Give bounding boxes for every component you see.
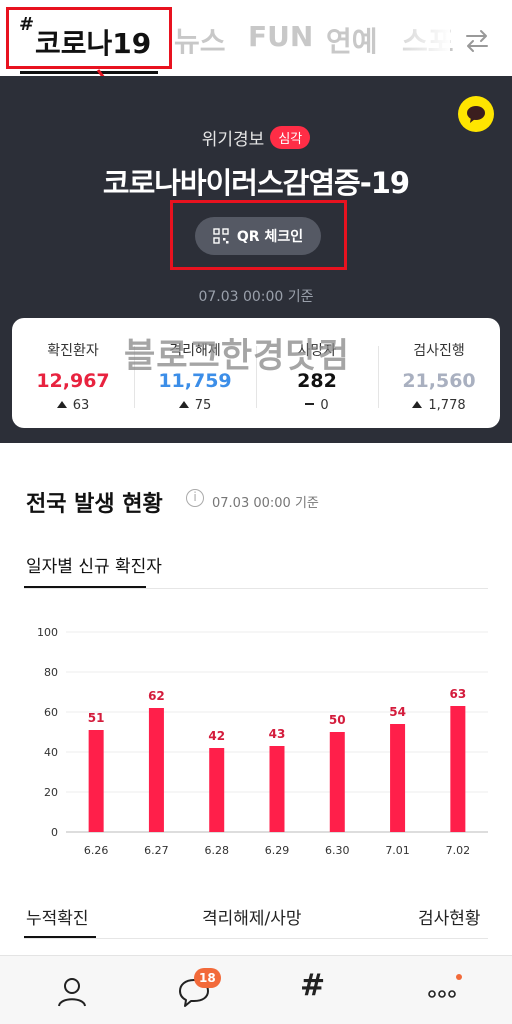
- warning-row: 위기경보 심각: [0, 125, 512, 150]
- stat-value: 21,560: [402, 370, 476, 392]
- qr-code-icon: [213, 228, 229, 244]
- bar-value-label: 62: [148, 689, 165, 703]
- stat-delta: 75: [134, 398, 256, 413]
- tab-covid19-label: 코로나19: [35, 27, 152, 60]
- info-icon[interactable]: i: [186, 489, 204, 507]
- stat-delta: 0: [256, 398, 378, 413]
- subtab-daily-new-cases[interactable]: 일자별 신규 확진자: [26, 552, 162, 577]
- x-tick-label: 6.30: [325, 844, 350, 857]
- hashtag-icon[interactable]: #: [300, 968, 325, 1003]
- y-tick-label: 20: [44, 786, 58, 799]
- bar-value-label: 54: [389, 705, 406, 719]
- tab-news[interactable]: 뉴스: [174, 20, 226, 60]
- y-tick-label: 80: [44, 666, 58, 679]
- stat-testing[interactable]: 검사진행 21,560 1,778: [378, 318, 500, 428]
- hero-date: 07.03 00:00 기준: [198, 289, 314, 305]
- stat-deaths[interactable]: 사망자 282 0: [256, 318, 378, 428]
- up-triangle-icon: [412, 401, 423, 408]
- stat-delta: 1,778: [378, 398, 500, 413]
- stat-label: 격리해제: [169, 343, 221, 359]
- chart-bar: [329, 732, 345, 832]
- chart-bar: [390, 724, 406, 832]
- tab-released-deaths[interactable]: 격리해제/사망: [202, 904, 302, 929]
- section-date: 07.03 00:00 기준: [212, 496, 319, 511]
- chat-badge: 18: [194, 968, 221, 988]
- stat-confirmed[interactable]: 확진환자 12,967 63: [12, 318, 134, 428]
- x-tick-label: 7.01: [385, 844, 410, 857]
- swap-arrows-icon[interactable]: [462, 26, 492, 56]
- tab-hash: #: [19, 14, 35, 35]
- flat-dash-icon: [305, 403, 315, 405]
- warning-level-badge: 심각: [270, 126, 311, 149]
- y-tick-label: 40: [44, 746, 58, 759]
- tab-entertainment[interactable]: 연예: [326, 20, 378, 60]
- bottom-nav: 18 #: [0, 955, 512, 1024]
- x-tick-label: 6.27: [144, 844, 169, 857]
- stat-delta-value: 0: [320, 398, 329, 413]
- up-triangle-icon: [178, 401, 189, 408]
- stat-label: 검사진행: [413, 343, 465, 359]
- stat-label: 확진환자: [47, 343, 99, 359]
- profile-icon[interactable]: [52, 972, 92, 1012]
- stats-tabs: 누적확진 격리해제/사망 검사현황: [0, 900, 512, 940]
- daily-cases-chart: 0 20 40 60 80 100 51 6.26 62 6.27 42 6.28 43 6.29 50 6.…: [37, 626, 488, 857]
- bar-value-label: 42: [208, 729, 225, 743]
- x-tick-label: 6.26: [84, 844, 109, 857]
- tab-cumulative[interactable]: 누적확진: [26, 904, 89, 929]
- stats-tab-underline: [24, 936, 96, 938]
- bar-value-label: 51: [88, 711, 105, 725]
- stats-tabs-divider: [24, 938, 488, 939]
- subtab-underline: [24, 586, 146, 588]
- hero-panel: 위기경보 심각 코로나바이러스감염증-19 QR 체크인 07.03 00:00 …: [0, 76, 512, 443]
- tab-fun[interactable]: FUN: [248, 20, 313, 53]
- stat-value: 11,759: [158, 370, 232, 392]
- more-notification-dot: [456, 974, 462, 980]
- qr-highlight-box: QR 체크인: [170, 200, 347, 270]
- stats-card: 확진환자 12,967 63 격리해제 11,759 75 사망자 282 0 …: [12, 318, 500, 428]
- y-tick-label: 60: [44, 706, 58, 719]
- stat-value: 282: [297, 370, 337, 392]
- stat-released[interactable]: 격리해제 11,759 75: [134, 318, 256, 428]
- bar-value-label: 63: [450, 687, 467, 701]
- top-tab-bar: 뉴스 FUN 연예 스포 # 코로나19: [0, 0, 512, 76]
- up-triangle-icon: [56, 401, 67, 408]
- tab-testing[interactable]: 검사현황: [418, 904, 481, 929]
- tab-fade: [380, 0, 450, 76]
- chart-bar: [88, 730, 104, 832]
- y-tick-label: 100: [37, 626, 58, 639]
- page-title: 코로나바이러스감염증-19: [102, 166, 410, 200]
- stat-delta-value: 75: [194, 398, 212, 413]
- qr-checkin-label: QR 체크인: [236, 229, 304, 245]
- stat-delta-value: 63: [72, 398, 90, 413]
- x-tick-label: 6.29: [265, 844, 290, 857]
- chart-bar: [269, 746, 285, 832]
- stat-label: 사망자: [297, 343, 337, 359]
- stat-delta-value: 1,778: [428, 398, 466, 413]
- chart-bar: [450, 706, 466, 832]
- active-tab-underline: [20, 71, 158, 74]
- chart-bar: [148, 708, 164, 832]
- y-tick-label: 0: [51, 826, 58, 839]
- x-tick-label: 7.02: [446, 844, 471, 857]
- qr-checkin-button[interactable]: QR 체크인: [195, 217, 321, 255]
- bar-value-label: 43: [269, 727, 286, 741]
- stat-delta: 63: [12, 398, 134, 413]
- chart-bar: [209, 748, 225, 832]
- bar-value-label: 50: [329, 713, 346, 727]
- warning-label: 위기경보: [201, 130, 265, 150]
- tab-covid19[interactable]: # 코로나19: [6, 7, 172, 69]
- section-title: 전국 발생 현황: [26, 492, 163, 517]
- x-tick-label: 6.28: [204, 844, 229, 857]
- stat-value: 12,967: [36, 370, 110, 392]
- subtab-divider: [24, 588, 488, 589]
